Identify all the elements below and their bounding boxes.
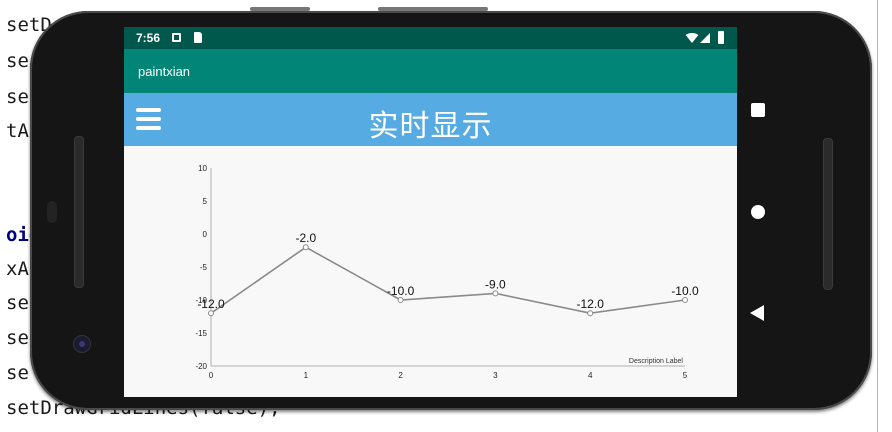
app-bar: paintxian xyxy=(124,49,737,93)
code-line: se xyxy=(6,327,29,349)
x-tick-label: 1 xyxy=(304,371,309,380)
status-bar: 7:56 xyxy=(124,27,737,49)
data-label: -9.0 xyxy=(485,277,506,291)
right-panel xyxy=(877,0,892,432)
data-label: -12.0 xyxy=(577,297,605,311)
x-tick-label: 5 xyxy=(683,371,688,380)
app-title: paintxian xyxy=(138,64,191,79)
chart-svg: 1050-5-10-15-200 1 2 3 4 5-12.0-2.0-10.0 -9.0-… xyxy=(195,164,699,380)
code-line: se xyxy=(6,292,29,314)
y-tick-label: 5 xyxy=(203,197,208,206)
data-point xyxy=(587,310,594,317)
x-tick-label: 4 xyxy=(588,371,593,380)
chart-description: Description Label xyxy=(629,358,684,365)
home-button-icon[interactable] xyxy=(751,205,765,219)
series-line xyxy=(210,246,686,315)
battery-icon xyxy=(718,31,724,44)
code-line: se xyxy=(6,50,29,72)
data-label: -10.0 xyxy=(387,284,415,298)
y-tick-label: 10 xyxy=(198,164,207,173)
data-point xyxy=(492,290,499,297)
data-label: -10.0 xyxy=(671,284,699,298)
page-header: 实时显示 xyxy=(124,93,737,146)
sd-card-icon xyxy=(194,32,202,43)
line-chart: 10 5 0 -5 -10 -15 -20 0 1 2 3 4 5 -12.0 -2.0 -10.0 -9.0-… xyxy=(124,146,737,397)
speaker-right xyxy=(823,138,833,290)
signal-icon xyxy=(700,33,710,43)
x-tick-label: 2 xyxy=(398,371,403,380)
data-point xyxy=(208,310,214,317)
data-point xyxy=(682,297,688,303)
speaker-left xyxy=(74,136,84,288)
notification-icon xyxy=(172,33,181,42)
data-label: -12.0 xyxy=(197,297,225,311)
code-line: se xyxy=(6,86,29,108)
status-time: 7:56 xyxy=(136,31,161,45)
proximity-sensor xyxy=(47,201,57,223)
y-tick-label: -20 xyxy=(195,362,207,371)
y-tick-label: -15 xyxy=(195,329,207,338)
front-camera-icon xyxy=(73,335,91,353)
y-tick-label: 0 xyxy=(203,230,208,239)
data-point xyxy=(302,244,309,251)
phone-screen: 7:56 paintxian 实时显示 10 5 0 -5 -10 -15 -20 0 1 2 3 4… xyxy=(124,27,737,397)
phone-button-top xyxy=(250,7,310,11)
x-tick-label: 3 xyxy=(493,371,498,380)
y-tick-label: -5 xyxy=(200,263,208,272)
data-label: -2.0 xyxy=(295,231,316,245)
back-button-icon[interactable] xyxy=(750,305,764,321)
wifi-icon xyxy=(684,33,700,43)
phone-button-top-2 xyxy=(378,7,488,11)
recents-button-icon[interactable] xyxy=(751,103,765,117)
data-point xyxy=(397,297,404,303)
page-title: 实时显示 xyxy=(368,109,493,144)
code-line: se xyxy=(6,362,29,384)
code-line: xA xyxy=(6,258,29,280)
x-tick-label: 0 xyxy=(209,371,214,380)
